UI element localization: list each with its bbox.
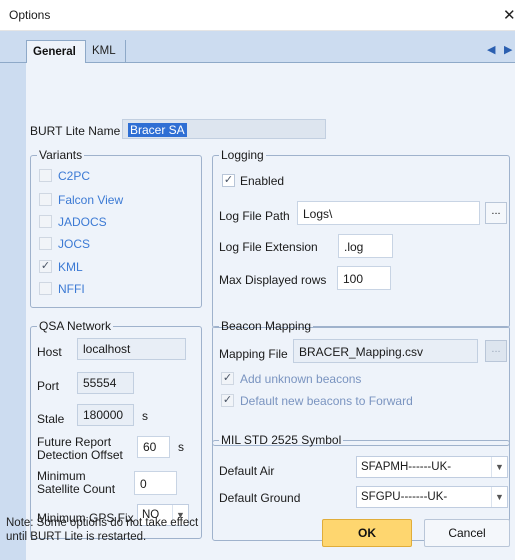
default-forward-checkbox[interactable]: ✓ — [221, 394, 234, 407]
host-label: Host — [37, 345, 62, 359]
tab-scroll-right-icon[interactable]: ▶ — [504, 43, 512, 56]
beacon-mapping-legend: Beacon Mapping — [221, 319, 312, 333]
variant-jadocs-checkbox[interactable] — [39, 215, 52, 228]
restart-note-line1: Note: Some options do not take effect — [6, 517, 199, 529]
log-file-path-label: Log File Path — [219, 209, 290, 223]
variant-c2pc-label: C2PC — [58, 169, 91, 183]
default-forward-label: Default new beacons to Forward — [240, 394, 413, 408]
tab-general[interactable]: General — [26, 40, 86, 64]
logging-legend: Logging — [221, 148, 264, 162]
max-displayed-rows-label: Max Displayed rows — [219, 273, 327, 287]
general-tab-page: BURT Lite Name Bracer SA Variants C2PC F… — [26, 63, 515, 560]
burt-lite-name-value: Bracer SA — [128, 123, 187, 137]
variant-jadocs-label: JADOCS — [58, 215, 107, 229]
tab-kml[interactable]: KML — [86, 40, 126, 64]
stale-label: Stale — [37, 412, 65, 426]
variant-nffi-checkbox[interactable] — [39, 282, 52, 295]
stale-field[interactable]: 180000 — [77, 404, 134, 426]
port-field[interactable]: 55554 — [77, 372, 134, 394]
variant-jocs-checkbox[interactable] — [39, 237, 52, 250]
variant-kml-label: KML — [58, 260, 83, 274]
variant-c2pc-checkbox[interactable] — [39, 169, 52, 182]
burt-lite-name-label: BURT Lite Name — [30, 124, 121, 138]
logging-enabled-checkbox[interactable]: ✓ — [222, 174, 235, 187]
qsa-network-legend: QSA Network — [39, 319, 112, 333]
chevron-down-icon[interactable]: ▼ — [491, 457, 507, 477]
variant-kml-checkbox[interactable]: ✓ — [39, 260, 52, 273]
max-displayed-rows-input[interactable]: 100 — [337, 266, 391, 290]
mapping-file-browse-button[interactable]: ... — [485, 340, 507, 362]
cancel-button[interactable]: Cancel — [424, 519, 510, 547]
default-air-select[interactable]: SFAPMH------UK- ▼ — [356, 456, 508, 478]
variant-falcon-view-label: Falcon View — [58, 193, 124, 207]
chevron-down-icon[interactable]: ▼ — [491, 487, 507, 507]
log-file-path-browse-button[interactable]: ... — [485, 202, 507, 224]
port-label: Port — [37, 379, 60, 393]
variant-falcon-view-checkbox[interactable] — [39, 193, 52, 206]
add-unknown-beacons-checkbox[interactable]: ✓ — [221, 372, 234, 385]
restart-note-line2: until BURT Lite is restarted. — [6, 531, 147, 543]
mil-std-symbol-legend: MIL STD 2525 Symbol — [221, 433, 342, 447]
logging-enabled-label: Enabled — [240, 174, 285, 188]
burt-lite-name-field[interactable]: Bracer SA — [122, 119, 326, 139]
variants-legend: Variants — [39, 148, 83, 162]
default-ground-select[interactable]: SFGPU-------UK- ▼ — [356, 486, 508, 508]
mapping-file-label: Mapping File — [219, 347, 288, 361]
tab-strip: General KML ◀ ▶ — [0, 31, 515, 64]
default-air-label: Default Air — [219, 464, 275, 478]
default-air-value: SFAPMH------UK- — [361, 461, 452, 473]
default-ground-value: SFGPU-------UK- — [361, 491, 448, 503]
dialog-body: General KML ◀ ▶ BURT Lite Name Bracer SA… — [0, 31, 515, 560]
future-report-unit: s — [178, 440, 184, 454]
tab-scroll-left-icon[interactable]: ◀ — [487, 43, 495, 56]
log-file-path-input[interactable]: Logs\ — [297, 201, 480, 225]
min-sat-count-input[interactable]: 0 — [134, 471, 177, 495]
ok-button[interactable]: OK — [322, 519, 412, 547]
title-bar: Options ✕ — [0, 0, 515, 31]
host-field[interactable]: localhost — [77, 338, 186, 360]
close-icon[interactable]: ✕ — [503, 6, 515, 24]
default-ground-label: Default Ground — [219, 491, 301, 505]
future-report-label-line2: Detection Offset — [37, 448, 123, 462]
window-title: Options — [9, 8, 51, 22]
log-file-extension-input[interactable]: .log — [338, 234, 393, 258]
future-report-offset-input[interactable]: 60 — [137, 436, 170, 458]
variant-jocs-label: JOCS — [58, 237, 91, 251]
variants-group: Variants — [30, 148, 202, 308]
stale-unit: s — [142, 409, 148, 423]
log-file-extension-label: Log File Extension — [219, 240, 318, 254]
variant-nffi-label: NFFI — [58, 282, 85, 296]
mapping-file-field[interactable]: BRACER_Mapping.csv — [293, 339, 478, 363]
min-sat-count-label-line2: Satellite Count — [37, 482, 116, 496]
add-unknown-beacons-label: Add unknown beacons — [240, 372, 362, 386]
